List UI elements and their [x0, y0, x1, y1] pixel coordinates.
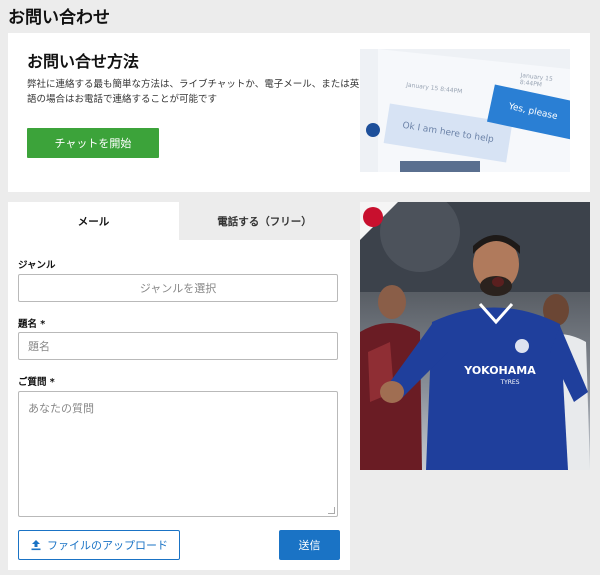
textarea-resize-handle[interactable] — [328, 507, 335, 514]
sponsor-subtext: TYRES — [499, 379, 519, 386]
football-promo-image[interactable]: YOKOHAMA TYRES — [360, 202, 590, 470]
upload-icon — [31, 540, 41, 551]
chat-thumbnail — [400, 161, 480, 172]
contact-method-card: お問い合せ方法 弊社に連絡する最も簡単な方法は、ライブチャットか、電子メール、ま… — [8, 33, 590, 192]
football-players-illustration: YOKOHAMA TYRES — [360, 202, 590, 470]
start-chat-button[interactable]: チャットを開始 — [27, 128, 159, 158]
question-textarea-placeholder: あなたの質問 — [28, 402, 94, 415]
file-upload-button[interactable]: ファイルのアップロード — [18, 530, 180, 560]
genre-select[interactable]: ジャンルを選択 — [18, 274, 338, 302]
question-label: ご質問 * — [18, 377, 55, 388]
contact-method-description: 弊社に連絡する最も簡単な方法は、ライブチャットか、電子メール、または英語の場合は… — [27, 79, 360, 105]
subject-input[interactable]: 題名 — [18, 332, 338, 360]
genre-label: ジャンル — [18, 260, 56, 271]
agent-avatar-icon — [366, 123, 380, 137]
chat-illustration: January 15 8:44PM January 15 8:44PM Ok I… — [360, 49, 570, 172]
contact-method-title: お問い合せ方法 — [27, 52, 140, 71]
contact-form: メール 電話する（フリー） ジャンル ジャンルを選択 題名 * 題名 ご質問 *… — [8, 202, 350, 570]
tab-phone[interactable]: 電話する（フリー） — [179, 202, 350, 240]
subject-label: 題名 * — [18, 319, 46, 330]
tab-email[interactable]: メール — [8, 202, 179, 240]
subject-input-placeholder: 題名 — [28, 340, 50, 353]
question-textarea[interactable]: あなたの質問 — [18, 391, 338, 517]
file-upload-label: ファイルのアップロード — [47, 539, 168, 552]
genre-select-placeholder: ジャンルを選択 — [139, 282, 217, 295]
japan-flag-icon — [363, 207, 383, 227]
sponsor-text: YOKOHAMA — [463, 364, 536, 377]
contact-tabs: メール 電話する（フリー） — [8, 202, 350, 240]
send-button[interactable]: 送信 — [279, 530, 340, 560]
page-title: お問い合わせ — [8, 8, 110, 28]
